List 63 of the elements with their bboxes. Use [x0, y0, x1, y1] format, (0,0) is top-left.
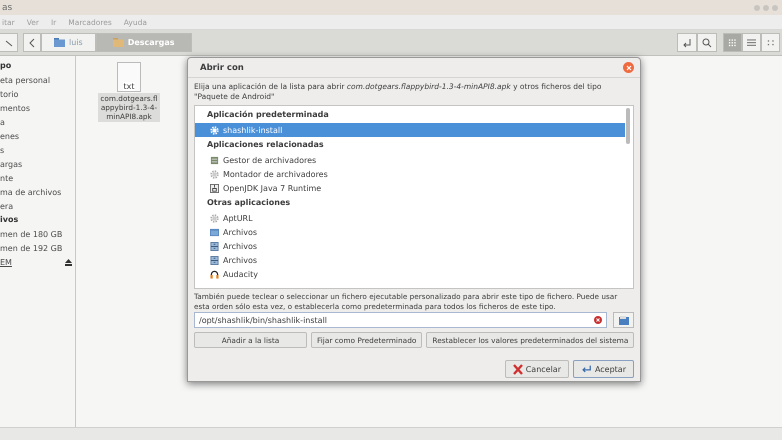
return-arrow-icon: [682, 38, 692, 48]
command-field[interactable]: /opt/shashlik/bin/shashlik-install: [194, 312, 607, 328]
list-icon: [747, 38, 756, 46]
dots-icon: [766, 38, 775, 46]
application-item[interactable]: Archivos: [195, 253, 625, 267]
headphones-icon: [210, 270, 219, 278]
application-item[interactable]: Montador de archivadores: [195, 167, 625, 181]
scrollbar-thumb[interactable]: [626, 108, 630, 144]
folder-icon: [210, 228, 219, 236]
accept-button[interactable]: Aceptar: [573, 360, 634, 378]
sidebar-item[interactable]: mentos: [0, 104, 30, 112]
sidebar-item[interactable]: men de 192 GB: [0, 244, 62, 252]
chevron-left-icon: [28, 38, 36, 48]
dialog-title: Abrir con: [200, 62, 244, 72]
sidebar-heading: po: [0, 60, 12, 72]
application-item[interactable]: OpenJDK Java 7 Runtime: [195, 181, 625, 195]
file-type-label: txt: [123, 82, 134, 91]
archive-icon: [210, 156, 219, 164]
location-button[interactable]: [677, 33, 697, 52]
cross-icon: [512, 364, 523, 374]
browse-button[interactable]: [613, 312, 634, 328]
folder-icon: [54, 38, 65, 47]
application-item[interactable]: Audacity: [195, 267, 625, 281]
folder-icon: [112, 38, 124, 47]
application-item[interactable]: AptURL: [195, 211, 625, 225]
group-heading: Aplicación predeterminada: [206, 109, 330, 121]
application-item[interactable]: Gestor de archivadores: [195, 153, 625, 167]
application-item[interactable]: Archivos: [195, 239, 625, 253]
application-item[interactable]: Archivos: [195, 225, 625, 239]
list-view-button[interactable]: [742, 33, 761, 52]
sidebar-item[interactable]: men de 180 GB: [0, 230, 62, 238]
eject-icon[interactable]: [65, 258, 72, 266]
cabinet-icon: [210, 242, 219, 250]
sidebar-heading: ivos: [0, 214, 20, 226]
return-arrow-icon: [581, 364, 592, 374]
sidebar-item[interactable]: era: [0, 202, 14, 210]
folder-icon: [618, 316, 628, 324]
text-file-icon[interactable]: txt: [117, 62, 141, 92]
sidebar-item[interactable]: EM: [0, 258, 12, 266]
gear-icon: [210, 170, 219, 178]
gear-icon: [210, 214, 219, 222]
cancel-button[interactable]: Cancelar: [504, 360, 569, 378]
sidebar-item[interactable]: argas: [0, 160, 22, 168]
window-title: as: [2, 2, 12, 12]
group-heading: Aplicaciones relacionadas: [206, 139, 325, 151]
cabinet-icon: [210, 256, 219, 264]
compact-view-button[interactable]: [761, 33, 780, 52]
sidebar-item[interactable]: nte: [0, 174, 14, 182]
sidebar-item[interactable]: s: [0, 146, 4, 154]
gear-icon: [210, 126, 219, 134]
sidebar-item[interactable]: enes: [0, 132, 20, 140]
grid-icon: [728, 38, 737, 46]
sidebar-item[interactable]: ma de archivos: [0, 188, 62, 196]
sidebar-item[interactable]: eta personal: [0, 76, 50, 84]
up-button[interactable]: [0, 33, 18, 52]
group-heading: Otras aplicaciones: [206, 197, 292, 209]
back-button[interactable]: [23, 33, 41, 52]
search-icon: [702, 38, 712, 48]
sidebar-item[interactable]: a: [0, 118, 5, 126]
grid-view-button[interactable]: [723, 33, 742, 52]
sidebar-item[interactable]: torio: [0, 90, 18, 98]
clear-icon[interactable]: [594, 316, 602, 324]
search-button[interactable]: [697, 33, 717, 52]
